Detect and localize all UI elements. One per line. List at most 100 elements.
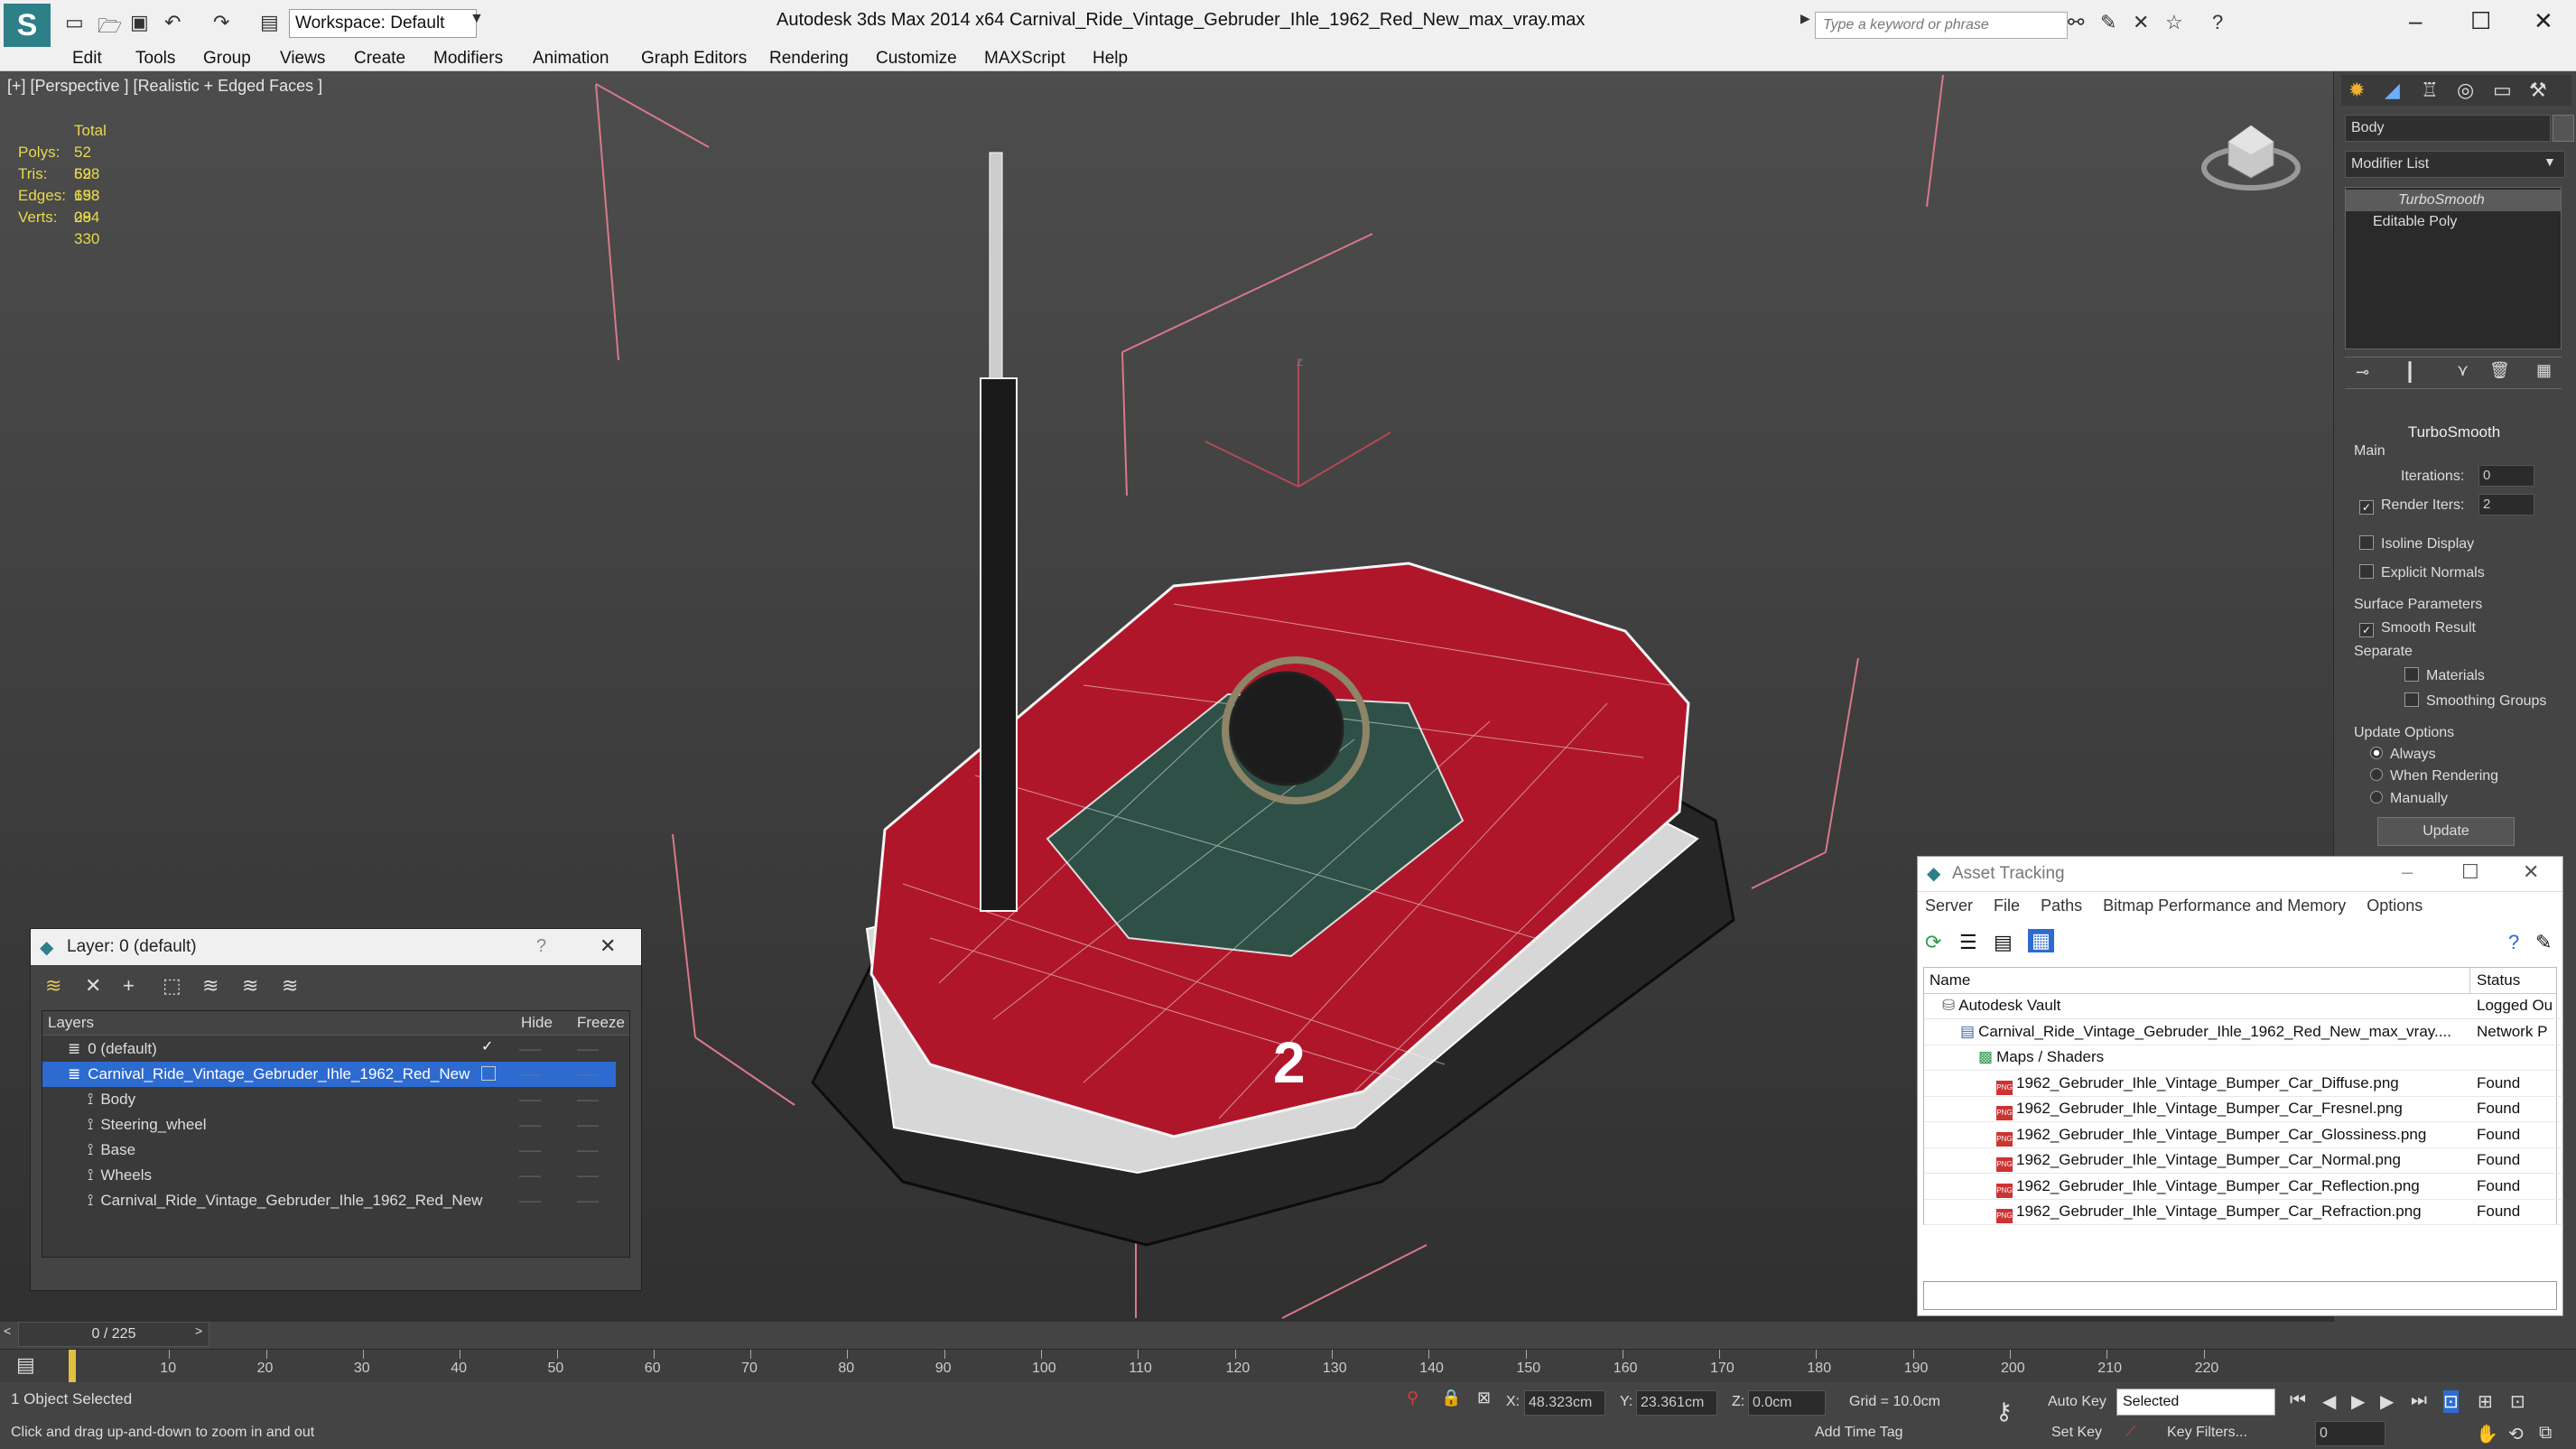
asset-menu-options[interactable]: Options [2367, 896, 2423, 915]
freeze-toggle[interactable]: —— [577, 1188, 599, 1213]
make-unique-icon[interactable]: ⋎ [2457, 361, 2469, 380]
hide-toggle[interactable]: —— [519, 1163, 541, 1188]
hide-toggle[interactable]: —— [519, 1188, 541, 1213]
column-status[interactable]: Status [2477, 971, 2520, 989]
column-freeze[interactable]: Freeze [577, 1014, 625, 1032]
key-filters-button[interactable]: Key Filters... [2167, 1425, 2247, 1441]
auto-key-button[interactable]: Auto Key [2048, 1394, 2106, 1410]
set-key-button[interactable]: Set Key [2051, 1425, 2102, 1441]
show-end-result-icon[interactable]: ┃ [2404, 361, 2415, 384]
freeze-toggle[interactable]: —— [577, 1062, 599, 1087]
asset-menu-bitmap-performance[interactable]: Bitmap Performance and Memory [2103, 896, 2346, 915]
z-coordinate-field[interactable]: 0.0cm [1748, 1390, 1826, 1416]
column-layers[interactable]: Layers [48, 1014, 94, 1032]
hide-toggle[interactable]: —— [519, 1087, 541, 1112]
column-hide[interactable]: Hide [521, 1014, 553, 1032]
isoline-display-checkbox[interactable]: Isoline Display [2359, 535, 2474, 553]
maximize-viewport-icon[interactable]: ⊡ [2510, 1390, 2525, 1413]
viewport-label[interactable]: [+] [Perspective ] [Realistic + Edged Fa… [7, 77, 322, 96]
layer-row[interactable]: ⟟ Base —— —— [42, 1138, 616, 1163]
remove-modifier-icon[interactable]: 🗑 [2489, 361, 2510, 380]
select-objects-icon[interactable]: ⬚ [163, 974, 181, 998]
open-file-icon[interactable]: 🗁 [98, 11, 122, 45]
display-tab-icon[interactable]: ▭ [2493, 79, 2512, 102]
layer-help-icon[interactable]: ? [536, 936, 546, 957]
hide-toggle[interactable]: —— [519, 1062, 541, 1087]
play-icon[interactable]: ▶ [2351, 1390, 2365, 1413]
absolute-mode-icon[interactable]: ⊠ [1477, 1389, 1491, 1407]
stack-item-turbosmooth[interactable]: TurboSmooth [2346, 190, 2561, 211]
smooth-result-checkbox[interactable]: ✓ Smooth Result [2359, 620, 2476, 637]
hide-toggle[interactable]: —— [519, 1036, 541, 1062]
key-set-dropdown[interactable]: Selected [2116, 1389, 2275, 1416]
goto-end-icon[interactable]: ⏭ [2411, 1390, 2427, 1411]
delete-layer-icon[interactable]: ✕ [85, 974, 101, 998]
asset-row[interactable]: PNG 1962_Gebruder_Ihle_Vintage_Bumper_Car… [1924, 1174, 2562, 1200]
configure-sets-icon[interactable]: ▦ [2536, 361, 2552, 380]
utilities-tab-icon[interactable]: ⚒ [2529, 79, 2547, 102]
viewcube[interactable] [2201, 125, 2301, 190]
menu-edit[interactable]: Edit [72, 49, 102, 69]
freeze-all-layers-icon[interactable]: ≋ [282, 974, 298, 998]
zoom-extents-icon[interactable]: ⊞ [2478, 1390, 2493, 1413]
communication-icon[interactable]: ✕ [2133, 11, 2149, 34]
default-key-icon[interactable]: ⚷ [1995, 1398, 2013, 1426]
curve-editor-icon[interactable]: ▤ [16, 1353, 35, 1377]
object-name-field[interactable]: Body [2345, 115, 2551, 142]
layer-row[interactable]: ⟟ Steering_wheel —— —— [42, 1112, 616, 1138]
asset-close-icon[interactable]: ✕ [2523, 860, 2539, 884]
time-slider[interactable]: 0 / 225 [18, 1322, 209, 1347]
time-slider-prev-icon[interactable]: < [4, 1324, 11, 1338]
close-icon[interactable]: ✕ [2534, 7, 2553, 35]
subscription-icon[interactable]: ✎ [2100, 11, 2116, 34]
asset-row[interactable]: PNG 1962_Gebruder_Ihle_Vintage_Bumper_Car… [1924, 1122, 2562, 1148]
isolate-icon[interactable]: ⚲ [1407, 1389, 1418, 1407]
explicit-normals-checkbox[interactable]: Explicit Normals [2359, 564, 2485, 581]
freeze-toggle[interactable]: —— [577, 1036, 599, 1062]
column-name[interactable]: Name [1930, 971, 1970, 989]
menu-modifiers[interactable]: Modifiers [433, 49, 503, 69]
freeze-toggle[interactable]: —— [577, 1138, 599, 1163]
layer-row[interactable]: ≣ 0 (default) ✓ —— —— [42, 1036, 616, 1062]
add-to-layer-icon[interactable]: + [123, 974, 135, 998]
smoothing-groups-checkbox[interactable]: Smoothing Groups [2404, 692, 2546, 710]
asset-maximize-icon[interactable]: ☐ [2461, 860, 2479, 884]
workspace-chevron-down-icon[interactable]: ▼ [470, 11, 484, 27]
menu-customize[interactable]: Customize [876, 49, 957, 69]
track-bar[interactable]: ▤ 10 20 30 40 50 60 70 80 90 100 110 120 130 140 150 16… [0, 1349, 2576, 1382]
layer-row[interactable]: ⟟ Body —— —— [42, 1087, 616, 1112]
pin-stack-icon[interactable]: ⊸ [2356, 363, 2369, 382]
freeze-toggle[interactable]: —— [577, 1087, 599, 1112]
key-mode-icon[interactable]: ⊡ [2443, 1390, 2459, 1413]
y-coordinate-field[interactable]: 23.361cm [1636, 1390, 1717, 1416]
modify-tab-icon[interactable]: ◢ [2385, 79, 2400, 102]
menu-help[interactable]: Help [1093, 49, 1128, 69]
binoculars-icon[interactable]: ⚯ [2068, 11, 2084, 34]
asset-menu-paths[interactable]: Paths [2041, 896, 2082, 915]
list-view-icon[interactable]: ☰ [1959, 931, 1977, 954]
update-button[interactable]: Update [2377, 817, 2515, 846]
menu-maxscript[interactable]: MAXScript [984, 49, 1065, 69]
minimize-icon[interactable]: – [2409, 7, 2422, 35]
add-time-tag[interactable]: Add Time Tag [1815, 1425, 1903, 1441]
object-color-swatch[interactable] [2553, 115, 2574, 142]
goto-start-icon[interactable]: ⏮ [2290, 1390, 2306, 1411]
menu-animation[interactable]: Animation [533, 49, 609, 69]
asset-row[interactable]: PNG 1962_Gebruder_Ihle_Vintage_Bumper_Car… [1924, 1071, 2562, 1097]
asset-title-bar[interactable]: ◆ Asset Tracking – ☐ ✕ [1918, 857, 2562, 892]
next-frame-icon[interactable]: ▶ [2380, 1390, 2394, 1413]
asset-path-field[interactable] [1923, 1281, 2557, 1310]
rollout-turbosmooth[interactable]: TurboSmooth [2341, 423, 2567, 441]
workspace-dropdown[interactable]: Workspace: Default [289, 9, 477, 38]
pan-icon[interactable]: ✋ [2476, 1423, 2498, 1445]
set-key-icon[interactable]: ⟋ [2125, 1425, 2135, 1441]
layer-dialog-title[interactable]: Layer: 0 (default) [31, 929, 641, 965]
asset-row[interactable]: PNG 1962_Gebruder_Ihle_Vintage_Bumper_Car… [1924, 1147, 2562, 1174]
menu-views[interactable]: Views [280, 49, 325, 69]
orbit-icon[interactable]: ⟲ [2508, 1423, 2524, 1445]
asset-row[interactable]: ▤ Carnival_Ride_Vintage_Gebruder_Ihle_196… [1924, 1019, 2562, 1045]
search-expand-icon[interactable]: ▶ [1800, 11, 1810, 26]
table-view-icon[interactable]: ▦ [2028, 929, 2054, 952]
time-slider-next-icon[interactable]: > [195, 1324, 202, 1338]
create-layer-icon[interactable]: ≋ [45, 974, 61, 998]
